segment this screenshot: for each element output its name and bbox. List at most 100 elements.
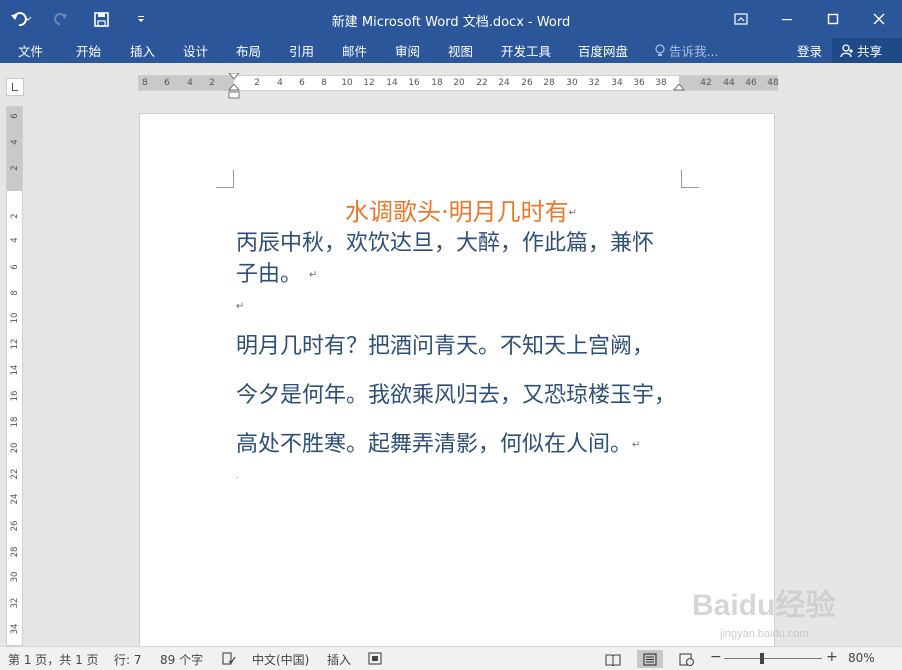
tab-design[interactable]: 设计 (183, 41, 208, 60)
ruler-tick-label: 2 (10, 165, 20, 171)
ruler-tick-label: 14 (10, 364, 20, 376)
ruler-tick-label: 4 (187, 78, 193, 88)
read-mode-button[interactable] (600, 650, 626, 668)
lightbulb-icon (655, 43, 665, 56)
maximize-button[interactable] (810, 0, 856, 38)
close-button[interactable] (856, 0, 902, 38)
crop-mark-top-right (681, 170, 699, 188)
zoom-out-button[interactable]: − (710, 649, 722, 665)
tab-insert[interactable]: 插入 (130, 41, 155, 60)
ruler-tick-label: 20 (10, 442, 20, 454)
ruler-tick-label: 32 (10, 597, 20, 609)
paragraph-mark: ↵ (236, 301, 245, 312)
poem-title-text: 水调歌头·明月几时有 (344, 198, 569, 226)
ruler-tick-label: 6 (299, 78, 305, 88)
tab-selector[interactable] (6, 78, 24, 96)
zoom-slider-track[interactable] (724, 658, 822, 659)
hanging-indent-marker[interactable] (228, 84, 240, 100)
print-layout-button[interactable] (637, 650, 663, 668)
preface-line-2: 子由。 (236, 262, 303, 287)
ruler-tick-label: 20 (453, 78, 465, 88)
web-layout-icon (679, 652, 695, 666)
poem-body-paragraph[interactable]: 明月几时有？把酒问青天。不知天上宫阙， 今夕是何年。我欲乘风归去，又恐琼楼玉宇，… (236, 322, 676, 470)
preface-paragraph[interactable]: 丙辰中秋，欢饮达旦，大醉，作此篇，兼怀 子由。 ↵ (236, 228, 654, 291)
ruler-tick-label: 26 (521, 78, 533, 88)
print-layout-icon (643, 652, 657, 666)
maximize-icon (827, 13, 839, 25)
minimize-icon (782, 19, 792, 21)
tab-mailings[interactable]: 邮件 (342, 41, 367, 60)
first-line-indent-marker[interactable] (228, 73, 240, 81)
tell-me-box[interactable]: 告诉我... (655, 41, 718, 60)
poem-line-2: 今夕是何年。我欲乘风归去，又恐琼楼玉宇， (236, 383, 677, 408)
book-icon (605, 653, 621, 666)
tab-references[interactable]: 引用 (289, 41, 314, 60)
poem-line-1: 明月几时有？把酒问青天。不知天上宫阙， (236, 334, 655, 359)
minimize-button[interactable] (764, 0, 810, 38)
ruler-tick-label: 4 (10, 139, 20, 145)
tab-review[interactable]: 审阅 (395, 41, 420, 60)
ruler-tick-label: 16 (10, 390, 20, 402)
ruler-tick-label: 6 (10, 113, 20, 119)
status-page-count[interactable]: 第 1 页，共 1 页 (8, 651, 99, 668)
ruler-tick-label: 10 (341, 78, 353, 88)
ruler-tick-label: 4 (10, 237, 20, 243)
status-language[interactable]: 中文(中国) (252, 651, 309, 668)
login-link[interactable]: 登录 (797, 41, 822, 60)
window-controls (718, 0, 902, 38)
macro-recording-icon[interactable] (368, 652, 382, 665)
right-indent-marker[interactable] (673, 84, 685, 92)
tab-view[interactable]: 视图 (448, 41, 473, 60)
tell-me-text: 告诉我... (669, 44, 719, 59)
ruler-tick-label: 18 (431, 78, 443, 88)
baidu-watermark-url: jingyan.baidu.com (720, 628, 809, 640)
status-line-number[interactable]: 行: 7 (114, 651, 142, 668)
ruler-tick-label: 24 (10, 493, 20, 505)
ribbon-display-options-button[interactable] (718, 0, 764, 38)
zoom-level[interactable]: 80% (848, 651, 875, 665)
ruler-tick-label: 38 (655, 78, 667, 88)
proofing-icon[interactable] (222, 652, 236, 665)
zoom-slider-thumb[interactable] (760, 653, 764, 664)
ribbon-display-icon (734, 13, 748, 25)
zoom-in-button[interactable]: + (826, 649, 838, 665)
horizontal-ruler[interactable]: 8 6 4 2 2 4 6 8 10 12 14 16 18 20 22 24 26 28 30 32 34 36 38 42… (138, 73, 779, 99)
baidu-watermark: Baidu经验 (692, 589, 836, 622)
empty-paragraph[interactable]: ↵ (236, 297, 244, 317)
ruler-tick-label: 44 (723, 78, 735, 88)
ruler-tick-label: 12 (363, 78, 375, 88)
close-icon (873, 13, 885, 25)
ruler-tick-label: 24 (498, 78, 510, 88)
ruler-tick-label: 10 (10, 312, 20, 324)
vertical-ruler[interactable]: 6 4 2 2 4 6 8 10 12 14 16 18 20 22 24 26 28 30 32 34 (6, 106, 23, 646)
title-bar: 新建 Microsoft Word 文档.docx - Word (0, 0, 902, 38)
ruler-tick-label: 48 (767, 78, 779, 88)
ruler-tick-label: 6 (10, 264, 20, 270)
share-button[interactable]: 共享 (832, 38, 902, 63)
status-word-count[interactable]: 89 个字 (160, 651, 203, 668)
tab-developer[interactable]: 开发工具 (501, 41, 551, 60)
status-bar: 第 1 页，共 1 页 行: 7 89 个字 中文(中国) 插入 − + 80% (0, 646, 902, 670)
ruler-tick-label: 18 (10, 416, 20, 428)
tab-layout[interactable]: 布局 (236, 41, 261, 60)
ruler-tick-label: 34 (611, 78, 623, 88)
paragraph-mark: ↵ (568, 207, 578, 219)
ruler-tick-label: 46 (745, 78, 757, 88)
tab-file[interactable]: 文件 (18, 41, 43, 60)
ruler-tick-label: 14 (386, 78, 398, 88)
vertical-scrollbar[interactable] (885, 103, 902, 646)
tab-home[interactable]: 开始 (76, 41, 101, 60)
ruler-tick-label: 28 (10, 546, 20, 558)
ruler-tick-label: 2 (254, 78, 260, 88)
document-page[interactable]: 水调歌头·明月几时有↵ 丙辰中秋，欢饮达旦，大醉，作此篇，兼怀 子由。 ↵ ↵ … (139, 113, 775, 653)
ruler-tick-label: 30 (566, 78, 578, 88)
ruler-tick-label: 26 (10, 520, 20, 532)
ruler-tick-label: 2 (209, 78, 215, 88)
poem-title[interactable]: 水调歌头·明月几时有↵ (236, 192, 686, 227)
tab-baidu-netdisk[interactable]: 百度网盘 (578, 41, 628, 60)
crop-mark-top-left (216, 170, 234, 188)
status-insert-mode[interactable]: 插入 (327, 651, 351, 668)
ruler-tick-label: 12 (10, 338, 20, 350)
web-layout-button[interactable] (674, 650, 700, 668)
text-cursor-line[interactable]: . (236, 470, 239, 482)
